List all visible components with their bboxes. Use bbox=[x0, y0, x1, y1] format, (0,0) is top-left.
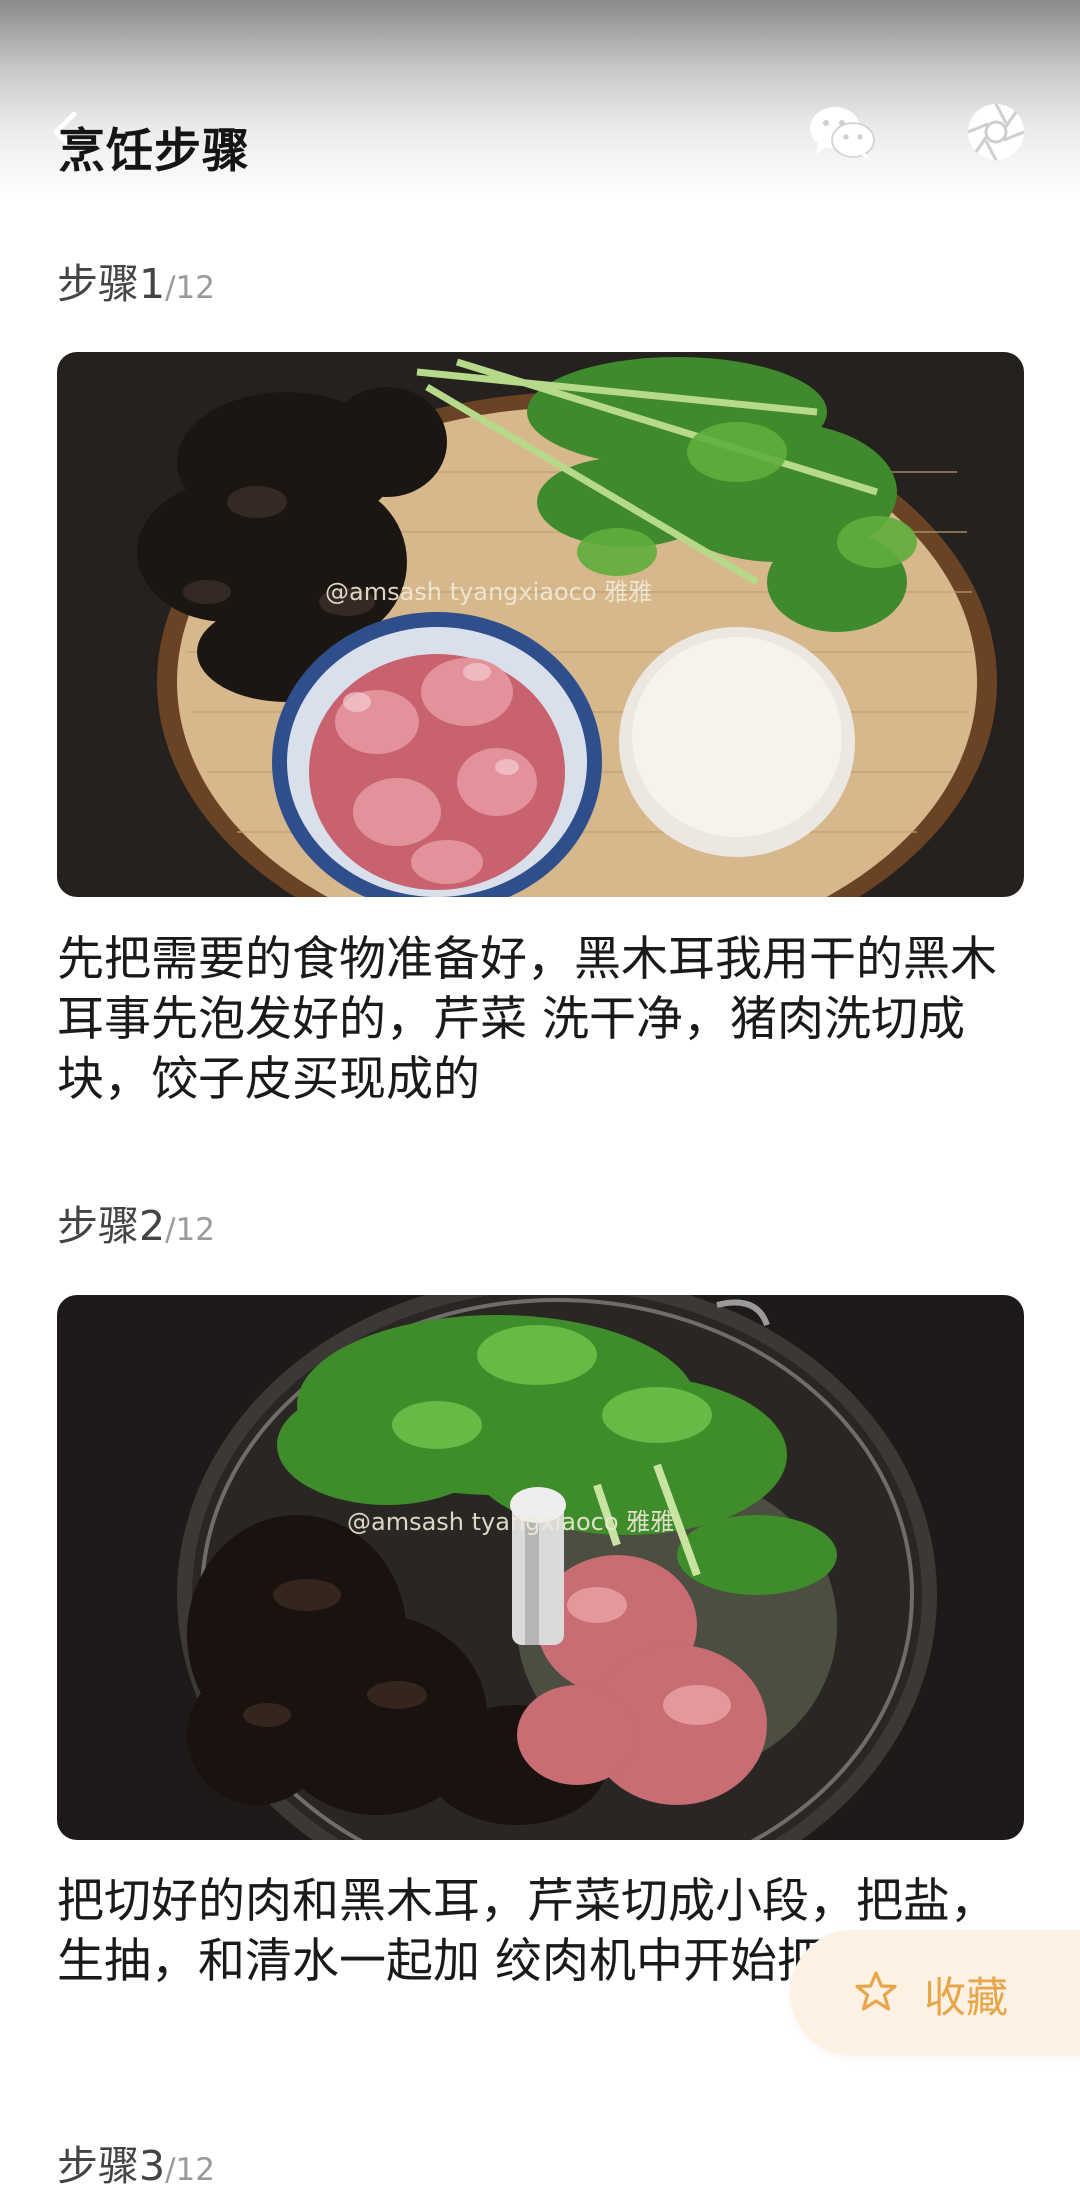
moments-shutter-icon[interactable] bbox=[966, 102, 1026, 162]
photo-watermark: @amsash tyangxiaoco 雅雅 bbox=[347, 1508, 674, 1536]
step-2-label: 步骤2/12 bbox=[57, 1202, 215, 1250]
ingredients-photo: @amsash tyangxiaoco 雅雅 bbox=[57, 352, 1024, 897]
blender-photo: @amsash tyangxiaoco 雅雅 bbox=[57, 1295, 1024, 1840]
favorite-label: 收藏 bbox=[924, 1973, 1009, 2022]
step-1-description: 先把需要的食物准备好，黑木耳我用干的黑木耳事先泡发好的，芹菜 洗干净，猪肉洗切成… bbox=[57, 932, 997, 1107]
step-1-label: 步骤1/12 bbox=[57, 260, 215, 308]
step-2-photo[interactable]: @amsash tyangxiaoco 雅雅 bbox=[57, 1295, 1024, 1840]
page-title: 烹饪步骤 bbox=[58, 124, 250, 179]
recipe-steps-page: 烹饪步骤 步骤1/12 @amsash tyangxiaoco 雅雅 先把需要的… bbox=[0, 0, 1080, 2196]
top-bar: 烹饪步骤 bbox=[0, 0, 1080, 200]
star-outline-icon bbox=[855, 1971, 897, 2011]
wechat-icon[interactable] bbox=[808, 104, 876, 162]
step-1-photo[interactable]: @amsash tyangxiaoco 雅雅 bbox=[57, 352, 1024, 897]
photo-watermark: @amsash tyangxiaoco 雅雅 bbox=[325, 578, 652, 606]
step-3-label: 步骤3/12 bbox=[57, 2142, 215, 2190]
favorite-button[interactable]: 收藏 bbox=[790, 1930, 1080, 2056]
